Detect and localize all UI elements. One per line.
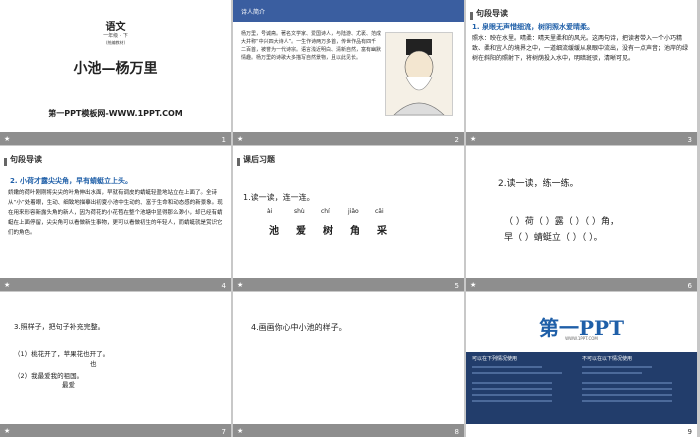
terms-panel: 可以在下列情况使用 不可以在以下情况使用: [466, 352, 697, 424]
blank-word: 最爱: [62, 381, 75, 389]
star-icon: ★: [4, 281, 11, 289]
slide-tag: 诗人简介: [241, 9, 266, 16]
hanzi-item: 采: [377, 226, 387, 237]
slide-tag: 句段导读: [476, 9, 508, 18]
slide-number: 9: [687, 428, 692, 436]
pinyin-row: ài shù chí jiǎo cǎi: [267, 208, 402, 215]
hanzi-item: 角: [350, 226, 360, 237]
slide-tag: 句段导读: [10, 155, 42, 164]
poem-explanation: 照水：映在水里。晴柔：晴天里柔和的风光。这两句诗，把读者带入一个小巧精致、柔和宜…: [472, 35, 689, 62]
slide-4-thumbnail[interactable]: 句段导读 2. 小荷才露尖尖角，早有蜻蜓立上头。 娇嫩的荷叶刚刚将尖尖的叶角伸出…: [0, 146, 231, 291]
slide-footer: ★ 3: [466, 132, 697, 145]
slide-footer: ★ 6: [466, 278, 697, 291]
grade-sub-label: (统编教材): [105, 40, 126, 45]
star-icon: ★: [237, 135, 244, 143]
forbidden-use-title: 不可以在以下情况使用: [582, 356, 633, 362]
grade-label: 一年级 · 下: [103, 33, 128, 39]
slide-footer: ★ 4: [0, 278, 231, 291]
slide-number: 5: [454, 282, 459, 290]
star-icon: ★: [470, 281, 477, 289]
text-line: [472, 382, 552, 384]
poet-intro-text: 杨万里，号诚斋。著名文学家、爱国诗人，与陆游、尤袤、范成大并称“中兴四大诗人”。…: [241, 31, 382, 61]
text-line: [472, 400, 552, 402]
poem-explanation: 娇嫩的荷叶刚刚将尖尖的叶角伸出水面，早就有调皮的蜻蜓轻盈地站立在上面了。全诗从“…: [8, 190, 223, 236]
star-icon: ★: [237, 281, 244, 289]
text-line: [472, 366, 542, 368]
exercise-instruction: 3.照样子，把句子补充完整。: [14, 323, 105, 331]
pinyin-item: jiǎo: [348, 208, 359, 215]
fill-blank-row: 早（ ）蜻蜓立（ ）（ ）。: [504, 233, 603, 243]
brand-url: WWW.1PPT.COM: [565, 336, 598, 341]
slide-7-thumbnail[interactable]: 3.照样子，把句子补充完整。 （1）桃花开了，苹果花也开了。 也 （2）我最爱我…: [0, 292, 231, 437]
hanzi-item: 池: [269, 226, 279, 237]
hanzi-row: 池爱树角采: [269, 222, 404, 237]
tag-marker: [4, 158, 7, 166]
pinyin-item: chí: [321, 208, 330, 215]
text-line: [472, 394, 552, 396]
text-line: [582, 366, 652, 368]
blank-word: 也: [90, 360, 97, 368]
slide-6-thumbnail[interactable]: 2.读一读，练一练。 （ ）荷（ ）露（ ）（ ）角， 早（ ）蜻蜓立（ ）（ …: [466, 146, 697, 291]
slide-9-thumbnail[interactable]: 第一PPT WWW.1PPT.COM 可以在下列情况使用 不可以在以下情况使用 …: [466, 292, 697, 437]
slide-5-thumbnail[interactable]: 课后习题 1.读一读，连一连。 ài shù chí jiǎo cǎi 池 爱 树 角 采 ★ …: [233, 146, 464, 291]
star-icon: ★: [470, 135, 477, 143]
slide-footer: ★ 2: [233, 132, 464, 145]
slide-number: 3: [687, 136, 692, 144]
exercise-instruction: 2.读一读，练一练。: [498, 179, 579, 189]
poem-line-heading: 2. 小荷才露尖尖角，早有蜻蜓立上头。: [10, 177, 132, 185]
slide-number: 8: [454, 428, 459, 436]
text-line: [472, 388, 552, 390]
fill-blank-row: （ ）荷（ ）露（ ）（ ）角，: [504, 217, 619, 227]
slide-footer: ★ 8: [233, 424, 464, 437]
example-sentence: （1）桃花开了，苹果花也开了。: [14, 350, 110, 358]
star-icon: ★: [4, 135, 11, 143]
slide-tag: 课后习题: [243, 155, 275, 164]
hanzi-item: 树: [323, 226, 333, 237]
slide-number: 6: [687, 282, 692, 290]
subject-label: 语文: [105, 22, 126, 33]
hanzi-item: 爱: [296, 226, 306, 237]
tag-marker: [237, 158, 240, 166]
text-line: [582, 394, 672, 396]
slide-number: 4: [221, 282, 226, 290]
text-line: [472, 372, 562, 374]
star-icon: ★: [237, 427, 244, 435]
slide-1-thumbnail[interactable]: 语文 一年级 · 下 (统编教材) 小池—杨万里 第一PPT模板网-WWW.1P…: [0, 0, 231, 145]
text-line: [582, 372, 642, 374]
slide-number: 2: [454, 136, 459, 144]
exercise-instruction: 1.读一读，连一连。: [243, 193, 315, 202]
tag-marker: [470, 12, 473, 20]
pinyin-item: shù: [294, 208, 305, 215]
slide-8-thumbnail[interactable]: 4.画画你心中小池的样子。 ★ 8: [233, 292, 464, 437]
poem-line-heading: 1. 泉眼无声惜细流，树阴照水爱晴柔。: [472, 23, 594, 31]
slide-number: 1: [221, 136, 226, 144]
pinyin-item: cǎi: [375, 208, 384, 215]
slide-2-thumbnail[interactable]: 诗人简介 杨万里，号诚斋。著名文学家、爱国诗人，与陆游、尤袤、范成大并称“中兴四…: [233, 0, 464, 145]
pinyin-item: ài: [267, 208, 273, 215]
exercise-instruction: 4.画画你心中小池的样子。: [251, 323, 347, 332]
website-label: 第一PPT模板网-WWW.1PPT.COM: [48, 109, 183, 118]
slide-footer: ★ 1: [0, 132, 231, 145]
poet-portrait-image: [385, 32, 453, 116]
text-line: [582, 382, 672, 384]
text-line: [582, 400, 672, 402]
slide-footer: ★ 7: [0, 424, 231, 437]
star-icon: ★: [4, 427, 11, 435]
slide-title: 小池—杨万里: [73, 61, 158, 77]
slide-3-thumbnail[interactable]: 句段导读 1. 泉眼无声惜细流，树阴照水爱晴柔。 照水：映在水里。晴柔：晴天里柔…: [466, 0, 697, 145]
slide-number: 7: [221, 428, 226, 436]
allowed-use-title: 可以在下列情况使用: [472, 356, 518, 362]
slide-footer: ★ 5: [233, 278, 464, 291]
text-line: [582, 388, 672, 390]
header-bar: 诗人简介: [233, 0, 464, 22]
